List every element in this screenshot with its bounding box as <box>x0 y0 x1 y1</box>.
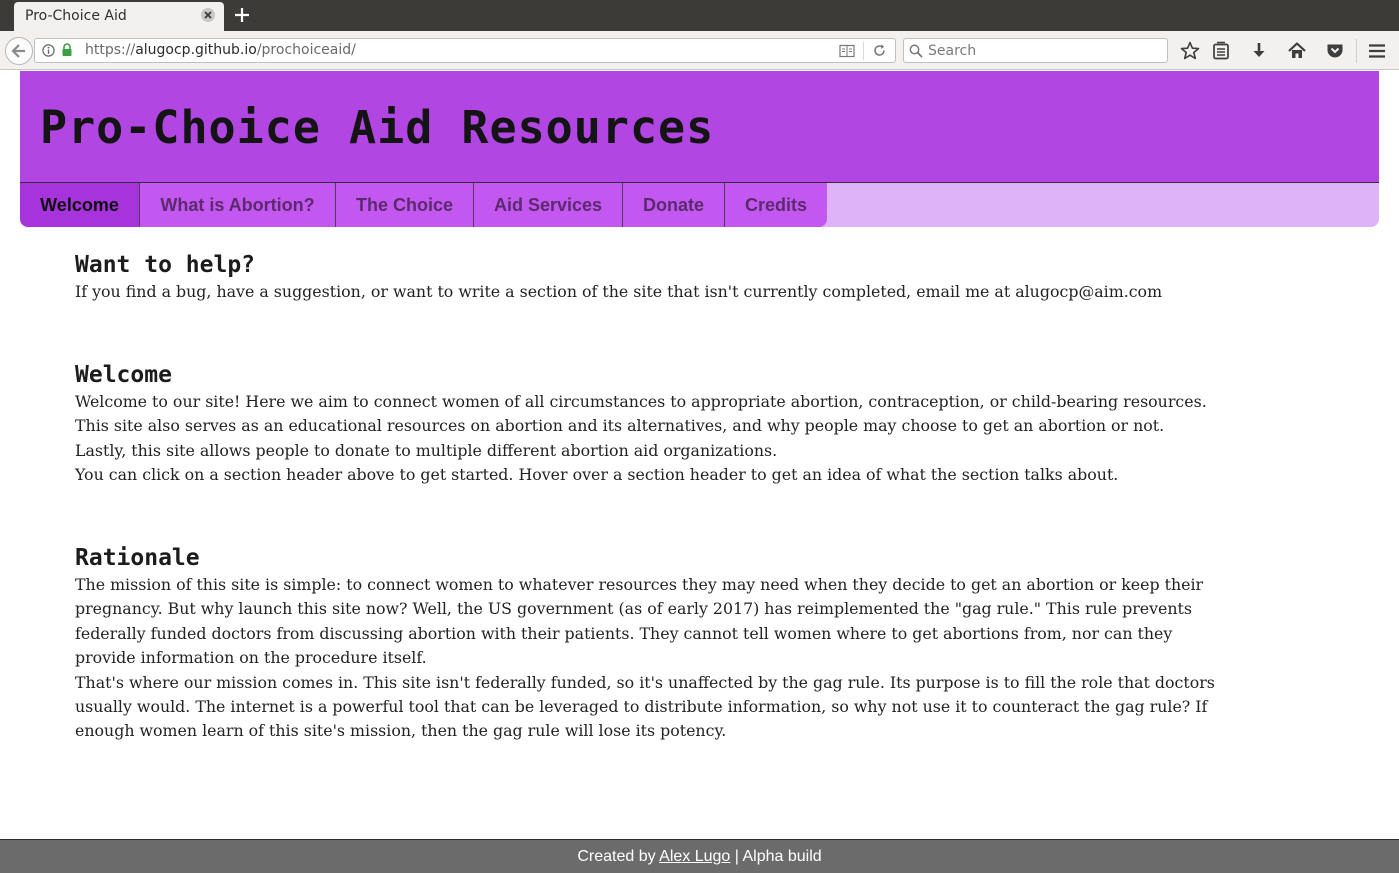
nav-item-credits[interactable]: Credits <box>725 183 827 227</box>
nav-item-aid-services[interactable]: Aid Services <box>474 183 623 227</box>
site-header: Pro-Choice Aid Resources <box>20 71 1379 183</box>
close-tab-icon[interactable] <box>200 7 216 23</box>
nav-item-donate[interactable]: Donate <box>623 183 725 227</box>
search-bar[interactable] <box>903 38 1168 63</box>
rationale-line: That's where our mission comes in. This … <box>75 672 1215 692</box>
info-icon[interactable] <box>42 44 55 57</box>
reload-icon[interactable] <box>872 43 887 58</box>
welcome-line: This site also serves as an educational … <box>75 416 1165 436</box>
back-button[interactable] <box>5 37 33 65</box>
help-text: If you find a bug, have a suggestion, or… <box>75 282 1163 301</box>
site-nav: Welcome What is Abortion? The Choice Aid… <box>20 183 1379 227</box>
rationale-line: pregnancy. But why launch this site now?… <box>75 599 1193 619</box>
rationale-section: Rationale The mission of this site is si… <box>75 543 1215 744</box>
footer-prefix: Created by <box>577 848 656 865</box>
help-heading: Want to help? <box>75 252 256 278</box>
rationale-line: usually would. The internet is a powerfu… <box>75 697 1208 717</box>
browser-toolbar: https://alugocp.github.io/prochoiceaid/ <box>0 31 1399 70</box>
bookmark-star-icon[interactable] <box>1179 40 1201 62</box>
browser-tab[interactable]: Pro-Choice Aid <box>14 2 224 31</box>
lock-icon <box>62 43 72 56</box>
url-host: alugocp.github.io <box>135 42 257 58</box>
rationale-line: federally funded doctors from discussing… <box>75 623 1173 643</box>
home-icon[interactable] <box>1286 40 1308 62</box>
author-link[interactable]: Alex Lugo <box>659 848 730 865</box>
rationale-line: The mission of this site is simple: to c… <box>75 575 1204 594</box>
pocket-icon[interactable] <box>1324 40 1346 62</box>
reader-view-icon[interactable] <box>839 44 855 58</box>
site-title: Pro-Choice Aid Resources <box>40 101 715 154</box>
welcome-line: You can click on a section header above … <box>75 465 1119 485</box>
url-bar[interactable]: https://alugocp.github.io/prochoiceaid/ <box>34 38 896 63</box>
download-icon[interactable] <box>1248 40 1270 62</box>
welcome-heading: Welcome <box>75 362 172 388</box>
rationale-heading: Rationale <box>75 545 200 571</box>
rationale-line: enough women learn of this site's missio… <box>75 721 727 741</box>
url-path: /prochoiceaid/ <box>256 42 356 58</box>
nav-item-what-is-abortion[interactable]: What is Abortion? <box>140 183 336 227</box>
nav-item-the-choice[interactable]: The Choice <box>336 183 474 227</box>
url-separator <box>863 42 864 60</box>
welcome-line: Welcome to our site! Here we aim to conn… <box>75 392 1207 411</box>
footer-suffix: | Alpha build <box>734 848 822 865</box>
bookmarks-library-icon[interactable] <box>1210 40 1232 62</box>
url-scheme: https:// <box>85 42 136 58</box>
search-icon <box>909 44 923 58</box>
new-tab-icon[interactable] <box>232 5 252 25</box>
browser-tab-bar: Pro-Choice Aid <box>0 0 1399 31</box>
welcome-section: Welcome Welcome to our site! Here we aim… <box>75 360 1207 488</box>
site-footer: Created by Alex Lugo | Alpha build <box>0 839 1399 873</box>
rationale-line: provide information on the procedure its… <box>75 648 427 668</box>
back-arrow-icon <box>11 44 25 58</box>
help-section: Want to help? If you find a bug, have a … <box>75 250 1162 304</box>
nav-item-welcome[interactable]: Welcome <box>20 183 140 227</box>
welcome-line: Lastly, this site allows people to donat… <box>75 440 778 460</box>
tab-title: Pro-Choice Aid <box>25 8 127 24</box>
toolbar-separator <box>1356 39 1357 63</box>
url-text[interactable]: https://alugocp.github.io/prochoiceaid/ <box>85 42 356 58</box>
search-input[interactable] <box>928 41 1158 61</box>
hamburger-menu-icon[interactable] <box>1366 40 1388 62</box>
